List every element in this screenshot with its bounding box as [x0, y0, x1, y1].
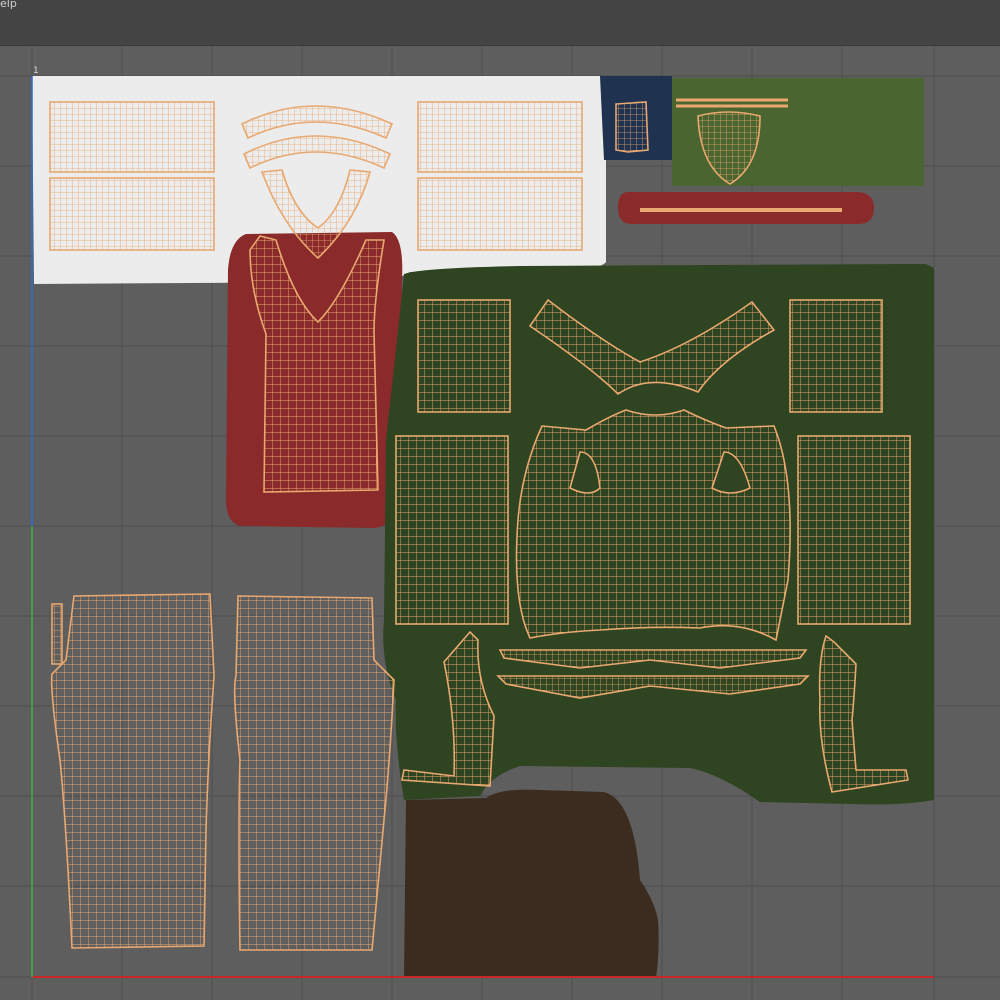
uv-corner-label: 1: [33, 66, 39, 76]
uv-shell-side-panel-left[interactable]: [395, 435, 509, 625]
uv-shell-sweater-body[interactable]: [515, 409, 791, 642]
menu-help[interactable]: elp: [0, 0, 17, 12]
brown-region: [404, 789, 659, 978]
uv-shell-side-panel-right[interactable]: [797, 435, 911, 625]
uv-shell-tag[interactable]: [615, 101, 649, 153]
uv-shell-cuff-left[interactable]: [417, 299, 511, 413]
uv-shell-panel-right-top[interactable]: [417, 101, 583, 173]
uv-shell-trouser-leg-right[interactable]: [233, 595, 395, 951]
uv-editor-viewport[interactable]: 1: [0, 46, 1000, 1000]
menu-bar: elp: [0, 0, 1000, 46]
uv-shell-trouser-leg-left[interactable]: [50, 593, 215, 949]
uv-shell-panel-right-bottom[interactable]: [417, 177, 583, 251]
uv-shell-panel-left-top[interactable]: [49, 101, 215, 173]
uv-shell-cuff-right[interactable]: [789, 299, 883, 413]
uv-shell-panel-left-bottom[interactable]: [49, 177, 215, 251]
uv-shell-belt-loop[interactable]: [51, 603, 63, 665]
